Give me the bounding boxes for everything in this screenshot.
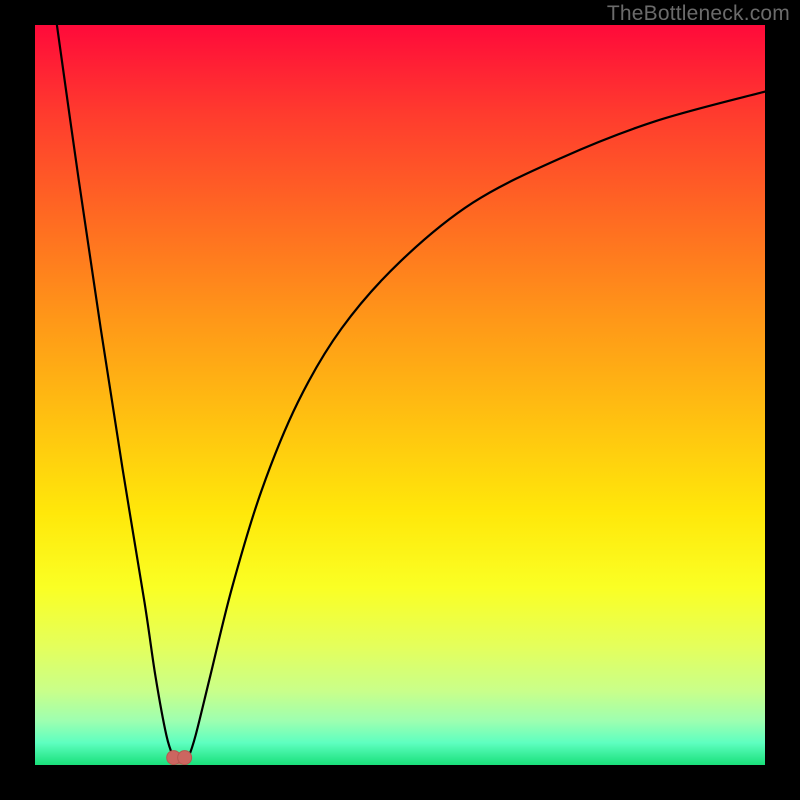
minimum-marker <box>178 751 192 765</box>
bottleneck-curve <box>57 25 765 762</box>
bottleneck-curve-svg <box>35 25 765 765</box>
plot-area <box>35 25 765 765</box>
watermark-text: TheBottleneck.com <box>607 2 790 26</box>
chart-frame: TheBottleneck.com <box>0 0 800 800</box>
minimum-markers <box>167 751 192 765</box>
